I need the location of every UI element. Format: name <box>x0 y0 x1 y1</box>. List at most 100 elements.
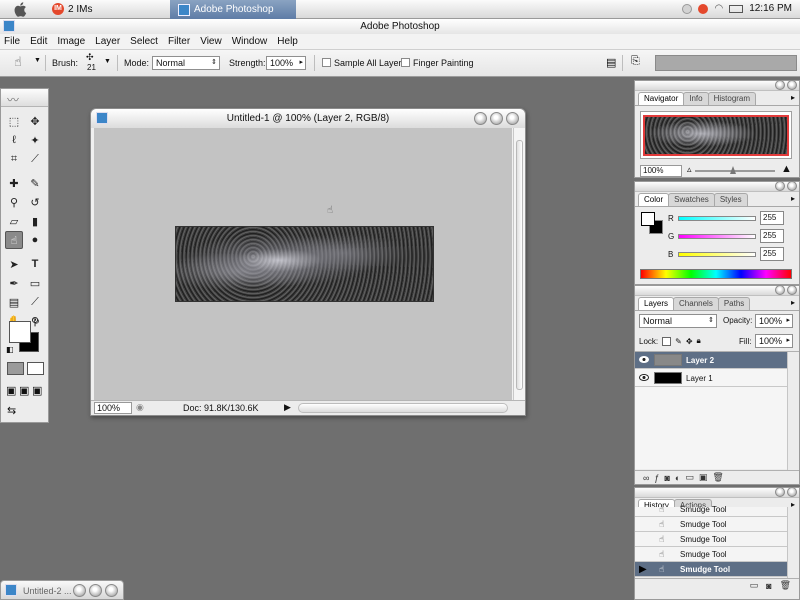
history-scrollbar[interactable] <box>787 507 799 578</box>
mode-select[interactable]: Normal ⇕ <box>152 56 220 70</box>
foreground-color-swatch[interactable] <box>9 321 31 343</box>
menu-help[interactable]: Help <box>276 34 302 49</box>
path-selection-tool-icon[interactable]: ➤ <box>5 255 23 273</box>
maximize-button[interactable] <box>490 112 503 125</box>
tab-channels[interactable]: Channels <box>673 297 719 310</box>
history-state[interactable]: ☝ Smudge Tool <box>635 532 787 547</box>
opacity-input[interactable]: 100% ▸ <box>755 314 793 328</box>
navigator-view-box[interactable] <box>643 115 789 156</box>
jump-to-imageready-icon[interactable]: ⇆ <box>7 404 16 417</box>
palette-minimize-button[interactable] <box>775 487 785 497</box>
layer-row-layer-2[interactable]: Layer 2 <box>635 352 787 369</box>
red-slider[interactable] <box>678 215 756 221</box>
notes-tool-icon[interactable]: ▤ <box>5 293 23 311</box>
lock-image-icon[interactable]: ✎ <box>675 337 682 346</box>
status-menu-arrow-icon[interactable]: ▶ <box>284 402 291 413</box>
navigator-thumbnail[interactable] <box>640 111 792 159</box>
horizontal-scrollbar[interactable] <box>298 403 508 413</box>
palette-close-button[interactable] <box>787 285 797 295</box>
user-icon[interactable] <box>682 3 693 14</box>
sample-all-layers-checkbox[interactable]: Sample All Layers <box>322 58 406 68</box>
default-colors-icon[interactable]: ◧ <box>6 345 14 354</box>
smudge-tool-icon[interactable]: ☝ <box>5 231 23 249</box>
delete-state-icon[interactable]: 🗑︎ <box>780 580 791 591</box>
blue-value-input[interactable]: 255 <box>760 247 784 261</box>
palette-menu-icon[interactable]: ▸ <box>791 298 795 307</box>
type-tool-icon[interactable]: T <box>26 255 44 273</box>
maximize-button[interactable] <box>89 584 102 597</box>
new-group-icon[interactable]: ▭ <box>685 472 694 483</box>
strength-input[interactable]: 100% ▸ <box>266 56 306 70</box>
version-cue-icon[interactable]: ◉ <box>136 402 144 413</box>
new-snapshot-icon[interactable]: ◙ <box>766 581 771 591</box>
tab-histogram[interactable]: Histogram <box>707 92 757 105</box>
red-value-input[interactable]: 255 <box>760 211 784 225</box>
palette-menu-icon[interactable]: ▸ <box>791 93 795 102</box>
magic-wand-tool-icon[interactable]: ✦ <box>26 131 44 149</box>
move-tool-icon[interactable]: ✥ <box>26 112 44 130</box>
palette-close-button[interactable] <box>787 181 797 191</box>
history-state-slider-icon[interactable]: ▶ <box>639 564 647 575</box>
document-title-bar[interactable]: Untitled-1 @ 100% (Layer 2, RGB/8) <box>91 109 525 128</box>
brush-tool-icon[interactable]: ✎ <box>26 174 44 192</box>
tab-color[interactable]: Color <box>638 193 670 206</box>
marquee-tool-icon[interactable]: ⬚ <box>5 112 23 130</box>
canvas-area[interactable]: ☝ <box>94 128 512 401</box>
visibility-eye-icon[interactable] <box>639 374 649 381</box>
taskbar-photoshop-item[interactable]: Adobe Photoshop <box>170 0 296 19</box>
layer-2-artwork[interactable] <box>175 226 434 302</box>
visibility-eye-icon[interactable] <box>639 356 649 363</box>
tab-paths[interactable]: Paths <box>717 297 751 310</box>
palette-well-icon[interactable]: ⎘ <box>631 55 640 68</box>
apple-icon[interactable] <box>14 2 28 17</box>
palette-grip[interactable] <box>635 181 799 192</box>
clock[interactable]: 12:16 PM <box>749 3 792 14</box>
zoom-in-icon[interactable]: ▲ <box>781 163 792 175</box>
close-button[interactable] <box>506 112 519 125</box>
menu-window[interactable]: Window <box>231 34 272 49</box>
vertical-scroll-thumb[interactable] <box>516 140 523 390</box>
palette-grip[interactable] <box>635 487 799 498</box>
preset-dropdown-arrow-icon[interactable]: ▼ <box>34 57 41 64</box>
toolbox-header[interactable]: 〰 <box>1 89 48 107</box>
adjustment-layer-icon[interactable]: ◐ <box>675 473 680 483</box>
finger-painting-checkbox[interactable]: Finger Painting <box>401 58 474 68</box>
navigator-zoom-field[interactable]: 100% <box>640 165 682 177</box>
menu-select[interactable]: Select <box>129 34 162 49</box>
menu-image[interactable]: Image <box>56 34 89 49</box>
screen-mode-standard-icon[interactable]: ▣ <box>6 384 16 397</box>
minimize-button[interactable] <box>73 584 86 597</box>
tab-swatches[interactable]: Swatches <box>668 193 715 206</box>
layer-mask-icon[interactable]: ◙ <box>664 473 669 483</box>
pen-tool-icon[interactable]: ✒ <box>5 274 23 292</box>
slice-tool-icon[interactable]: ⟋ <box>26 150 44 168</box>
palette-close-button[interactable] <box>787 80 797 90</box>
lasso-tool-icon[interactable]: ℓ <box>5 131 23 149</box>
menu-filter[interactable]: Filter <box>167 34 194 49</box>
crop-tool-icon[interactable]: ⌗ <box>5 150 23 168</box>
menu-layer[interactable]: Layer <box>94 34 124 49</box>
quick-mask-mode-icon[interactable] <box>27 362 44 375</box>
history-state[interactable]: ☝ Smudge Tool <box>635 517 787 532</box>
layer-row-layer-1[interactable]: Layer 1 <box>635 370 787 387</box>
tab-info[interactable]: Info <box>683 92 709 105</box>
screen-mode-full-menu-icon[interactable]: ▣ <box>19 384 29 397</box>
zoom-out-icon[interactable]: ▵ <box>687 164 692 175</box>
layer-style-icon[interactable]: ƒ <box>654 473 659 483</box>
delete-layer-icon[interactable]: 🗑︎ <box>712 472 723 483</box>
tab-styles[interactable]: Styles <box>713 193 748 206</box>
link-layers-icon[interactable]: ∞ <box>643 473 649 483</box>
green-slider[interactable] <box>678 233 756 239</box>
menu-file[interactable]: File <box>3 34 24 49</box>
dodge-tool-icon[interactable]: ● <box>26 231 44 249</box>
standard-mode-icon[interactable] <box>7 362 24 375</box>
palette-minimize-button[interactable] <box>775 181 785 191</box>
palette-grip[interactable] <box>635 285 799 296</box>
brush-dropdown-arrow-icon[interactable]: ▼ <box>104 58 111 65</box>
history-state[interactable]: ☝ Smudge Tool <box>635 547 787 562</box>
blue-slider[interactable] <box>678 251 756 257</box>
close-button[interactable] <box>105 584 118 597</box>
color-spectrum-ramp[interactable] <box>640 269 792 279</box>
history-state-current[interactable]: ▶ ☝ Smudge Tool <box>635 562 787 577</box>
clone-stamp-tool-icon[interactable]: ⚲ <box>5 193 23 211</box>
